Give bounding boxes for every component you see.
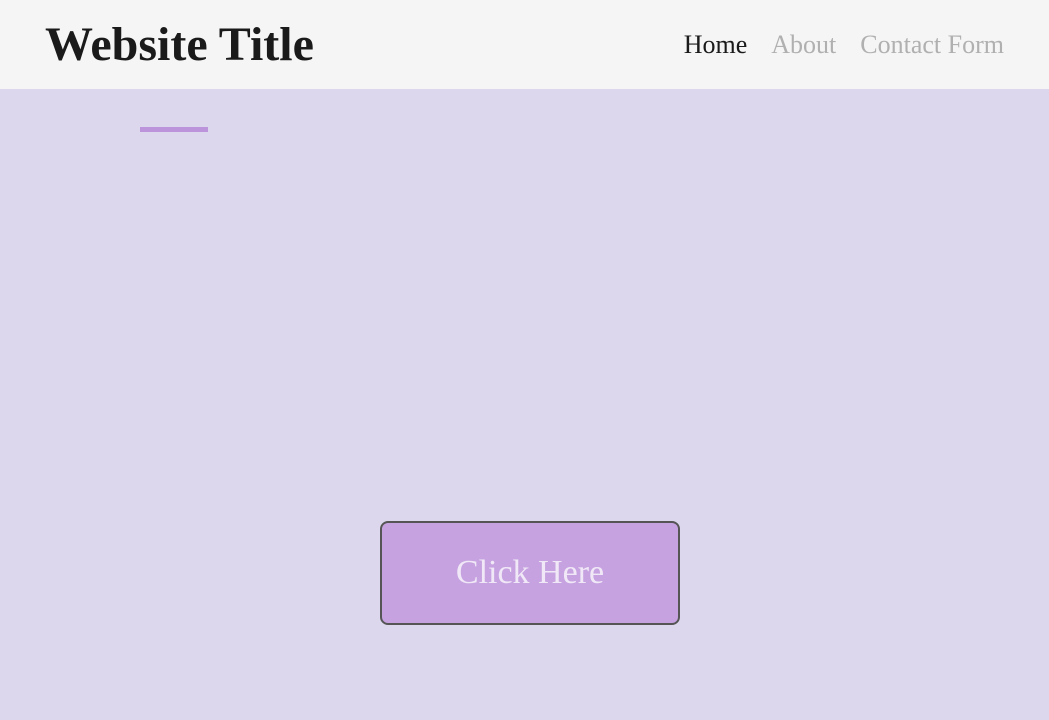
- cta-button[interactable]: Click Here: [380, 521, 680, 625]
- nav-item-about[interactable]: About: [771, 30, 836, 60]
- site-title: Website Title: [45, 17, 314, 72]
- hero-section: Click Here: [0, 89, 1049, 720]
- main-nav: Home About Contact Form: [684, 30, 1004, 60]
- nav-item-home[interactable]: Home: [684, 30, 748, 60]
- accent-bar: [140, 127, 208, 132]
- nav-item-contact[interactable]: Contact Form: [860, 30, 1004, 60]
- site-header: Website Title Home About Contact Form: [0, 0, 1049, 89]
